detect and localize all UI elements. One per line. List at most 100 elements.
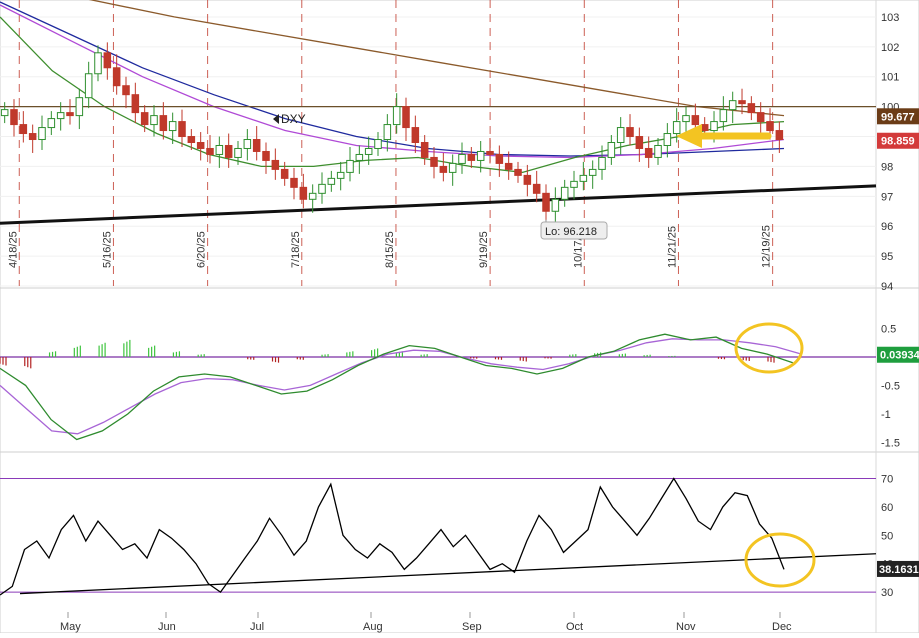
price-tick-label: 101 (881, 72, 899, 84)
candle-body (616, 127, 625, 144)
candle-body (635, 136, 644, 149)
candle-body (560, 186, 569, 200)
candle-body (28, 133, 37, 141)
candle-body (392, 106, 401, 126)
dxy-chart: 9495969798991001011021034/18/255/16/256/… (0, 0, 919, 634)
candle-body (234, 147, 242, 158)
candle-body (672, 121, 681, 135)
macd-tick-label: -1.5 (881, 437, 900, 449)
rsi-tick-label: 30 (881, 587, 893, 599)
candle-body (710, 121, 718, 132)
candle-body (206, 147, 214, 155)
candle-body (514, 168, 522, 176)
candle-body (766, 121, 774, 132)
candle-body (19, 124, 28, 135)
rsi-tick-label: 70 (881, 474, 893, 486)
symbol-label: DXY (281, 112, 306, 126)
candle-body (374, 139, 382, 149)
candle-body (626, 127, 634, 138)
candle-body (66, 112, 74, 117)
candle-body (271, 159, 280, 170)
candle-body (131, 94, 140, 114)
candle-body (523, 174, 532, 185)
month-label: Aug (363, 621, 383, 633)
candle-body (738, 100, 746, 105)
candle-body (644, 147, 653, 158)
candle-body (682, 115, 690, 123)
candle-body (346, 159, 354, 173)
candle-body (663, 133, 672, 146)
candle-body (364, 147, 373, 155)
month-label: Jun (158, 621, 176, 633)
month-label: Jul (250, 621, 264, 633)
rsi-tick-label: 50 (881, 530, 893, 542)
price-tag: 99.677 (881, 111, 915, 123)
candle-body (486, 150, 494, 155)
candle-body (187, 136, 196, 144)
month-label: May (60, 621, 81, 633)
rsi-value-tag: 38.1631 (879, 564, 919, 576)
price-tick-label: 102 (881, 42, 899, 54)
candle-body (243, 139, 252, 149)
candle-body (75, 97, 84, 117)
month-label: Sep (462, 621, 482, 633)
candle-body (607, 142, 616, 158)
candle-body (308, 192, 317, 200)
price-tick-label: 96 (881, 221, 893, 233)
low-label: Lo: 96.218 (545, 226, 597, 238)
candle-body (84, 73, 93, 99)
candle-body (383, 124, 392, 141)
candle-body (103, 52, 112, 69)
candle-body (476, 150, 485, 161)
candle-body (756, 112, 765, 123)
candle-body (430, 156, 438, 167)
date-marker-label: 8/15/25 (384, 231, 396, 268)
price-tick-label: 95 (881, 251, 893, 263)
candle-body (159, 115, 168, 132)
date-marker-label: 5/16/25 (101, 231, 113, 268)
candle-body (728, 100, 737, 111)
candle-body (290, 177, 298, 188)
macd-tick-label: -0.5 (881, 380, 900, 392)
candle-body (262, 150, 270, 161)
price-tick-label: 103 (881, 12, 899, 24)
candle-body (598, 156, 606, 170)
candle-body (402, 106, 410, 129)
candle-body (56, 112, 65, 120)
macd-tick-label: 0.5 (881, 324, 896, 336)
candle-body (168, 121, 177, 132)
price-tick-label: 97 (881, 191, 893, 203)
date-marker-label: 4/18/25 (7, 231, 19, 268)
candle-body (150, 115, 158, 126)
candle-body (196, 142, 205, 149)
candle-body (691, 115, 700, 126)
date-marker-label: 7/18/25 (290, 231, 302, 268)
candle-body (122, 85, 130, 96)
candle-body (551, 198, 560, 212)
month-label: Oct (566, 621, 583, 633)
candle-body (411, 127, 420, 144)
date-marker-label: 12/19/25 (761, 225, 773, 268)
panel-frame (0, 0, 919, 289)
date-marker-label: 6/20/25 (196, 231, 208, 268)
candle-body (318, 183, 326, 194)
month-label: Dec (772, 621, 792, 633)
month-label: Nov (676, 621, 696, 633)
candle-body (588, 168, 597, 176)
candle-body (280, 168, 289, 179)
candle-body (140, 112, 149, 126)
candle-body (336, 171, 345, 179)
candle-body (654, 144, 662, 158)
candle-body (579, 174, 588, 182)
candle-body (439, 165, 448, 173)
candle-body (47, 118, 56, 129)
candle-body (38, 127, 46, 141)
rsi-tick-label: 60 (881, 502, 893, 514)
candle-body (420, 142, 429, 158)
candle-body (467, 153, 476, 161)
candle-body (532, 183, 541, 194)
candle-body (94, 52, 102, 75)
candle-body (448, 162, 457, 173)
candle-body (719, 109, 728, 123)
candle-body (700, 124, 709, 132)
